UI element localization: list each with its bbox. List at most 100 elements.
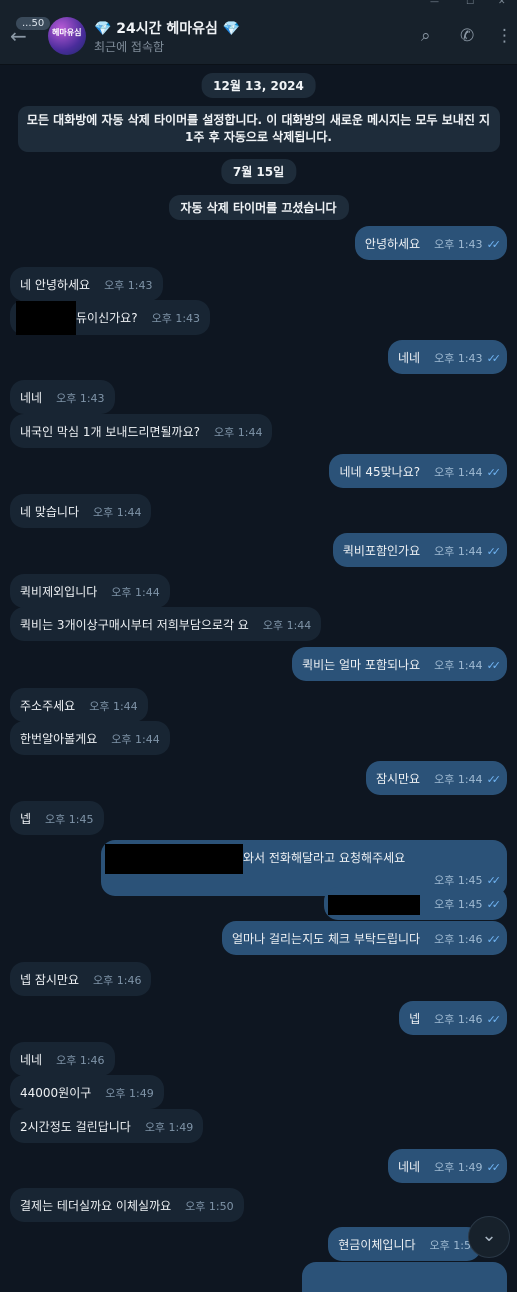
message-text: 한번알아볼게요	[20, 732, 98, 746]
message-time: 오후 1:45	[45, 813, 94, 826]
incoming-message[interactable]: 퀵비제외입니다 오후 1:44	[10, 574, 170, 608]
outgoing-message[interactable]: 현금이체입니다 오후 1:5	[328, 1227, 481, 1261]
message-time: 오후 1:43	[434, 238, 483, 251]
incoming-message[interactable]: 넵 오후 1:45	[10, 801, 104, 835]
message-text: 안녕하세요	[364, 237, 421, 251]
outgoing-message[interactable]: 네네 오후 1:49 ✓✓	[388, 1149, 507, 1183]
message-text: 결제는 테더실까요 이체실까요	[20, 1199, 172, 1213]
message-time: 오후 1:44	[93, 506, 142, 519]
close-icon[interactable]: ✕	[498, 0, 506, 7]
incoming-message[interactable]: 네네 오후 1:43	[10, 380, 115, 414]
outgoing-message[interactable]: 안녕하세요 오후 1:43 ✓✓	[354, 226, 507, 260]
message-text: 네네	[20, 391, 43, 405]
message-time: 오후 1:49	[434, 1161, 483, 1174]
outgoing-message[interactable]: 넵 오후 1:46 ✓✓	[399, 1001, 507, 1035]
message-text: 주소주세요	[20, 699, 76, 713]
incoming-message[interactable]: 듀이신가요? 오후 1:43	[10, 300, 211, 335]
service-message: 모든 대화방에 자동 삭제 타이머를 설정합니다. 이 대화방의 새로운 메시지…	[17, 106, 500, 152]
message-text: 44000원이구	[20, 1086, 92, 1100]
message-text: 현금이체입니다	[338, 1238, 416, 1252]
incoming-message[interactable]: 네 안녕하세요 오후 1:43	[10, 267, 163, 301]
chat-header: ← ...50 헤마유심 💎 24시간 헤마유심 💎 최근에 접속함 ⌕ ✆ ⋮	[0, 10, 517, 65]
redacted-block	[105, 843, 243, 874]
read-check-icon: ✓✓	[486, 545, 502, 558]
minimize-icon[interactable]: —	[430, 0, 439, 7]
message-time: 오후 1:50	[185, 1200, 234, 1213]
message-time: 오후 1:44	[434, 466, 483, 479]
search-icon[interactable]: ⌕	[421, 26, 431, 46]
message-time: 오후 1:43	[434, 352, 483, 365]
read-check-icon: ✓✓	[486, 874, 502, 887]
phone-icon[interactable]: ✆	[460, 26, 474, 46]
message-text: 네네 45맞나요?	[339, 465, 421, 479]
outgoing-message[interactable]: 퀵비는 얼마 포함되나요 오후 1:44 ✓✓	[292, 647, 507, 681]
chat-title[interactable]: 💎 24시간 헤마유심 💎	[94, 18, 240, 38]
window-titlebar: — ☐ ✕	[0, 0, 517, 10]
message-time: 오후 1:44	[89, 700, 138, 713]
outgoing-message[interactable]: 오후 1:45 ✓✓	[324, 887, 507, 920]
chat-status: 최근에 접속함	[94, 40, 165, 54]
message-time: 오후 1:44	[214, 426, 263, 439]
message-text: 얼마나 걸리는지도 체크 부탁드립니다	[232, 932, 421, 946]
read-check-icon: ✓✓	[486, 352, 502, 365]
incoming-message[interactable]: 내국인 막심 1개 보내드리면될까요? 오후 1:44	[10, 414, 273, 448]
message-time: 오후 1:43	[56, 392, 105, 405]
message-text: 넵	[20, 812, 32, 826]
read-check-icon: ✓✓	[486, 773, 502, 786]
incoming-message[interactable]: 네 맞습니다 오후 1:44	[10, 494, 152, 528]
outgoing-message[interactable]: 잠시만요 오후 1:44 ✓✓	[365, 761, 507, 795]
message-time: 오후 1:44	[111, 586, 160, 599]
incoming-message[interactable]: 넵 잠시만요 오후 1:46	[10, 962, 152, 996]
read-check-icon: ✓✓	[486, 659, 502, 672]
message-text: 듀이신가요?	[76, 311, 138, 325]
outgoing-message[interactable]: 네네 오후 1:43 ✓✓	[388, 340, 507, 374]
message-time: 오후 1:44	[111, 733, 160, 746]
incoming-message[interactable]: 2시간정도 걸린답니다 오후 1:49	[10, 1109, 204, 1143]
message-time: 오후 1:43	[104, 279, 153, 292]
read-check-icon: ✓✓	[486, 238, 502, 251]
message-text: 내국인 막심 1개 보내드리면될까요?	[20, 425, 201, 439]
message-time: 오후 1:44	[434, 545, 483, 558]
maximize-icon[interactable]: ☐	[466, 0, 474, 7]
message-text: 퀵비는 얼마 포함되나요	[302, 658, 421, 672]
incoming-message[interactable]: 44000원이구 오후 1:49	[10, 1075, 164, 1109]
avatar[interactable]: 헤마유심	[48, 17, 86, 55]
message-time: 오후 1:43	[151, 312, 201, 325]
read-check-icon: ✓✓	[486, 1161, 502, 1174]
incoming-message[interactable]: 네네 오후 1:46	[10, 1042, 115, 1076]
message-text: 퀵비는 3개이상구매시부터 저희부담으로각 요	[20, 618, 249, 632]
incoming-message[interactable]: 퀵비는 3개이상구매시부터 저희부담으로각 요 오후 1:44	[10, 607, 322, 641]
outgoing-message[interactable]: 네네 45맞나요? 오후 1:44 ✓✓	[329, 454, 507, 488]
message-text: 넵	[409, 1012, 421, 1026]
redacted-block	[328, 894, 421, 915]
outgoing-message[interactable]: 퀵비포함인가요 오후 1:44 ✓✓	[332, 533, 507, 567]
message-time: 오후 1:49	[105, 1087, 154, 1100]
message-text: 퀵비포함인가요	[342, 544, 421, 558]
outgoing-message-partial[interactable]	[302, 1262, 507, 1292]
message-text: 와서 전화해달라고 요청해주세요	[243, 851, 406, 865]
message-text: 네네	[20, 1053, 43, 1067]
read-check-icon: ✓✓	[486, 466, 502, 479]
message-time: 오후 1:44	[262, 619, 312, 632]
read-check-icon: ✓✓	[486, 898, 502, 911]
message-time: 오후 1:46	[56, 1054, 105, 1067]
message-time: 오후 1:5	[429, 1239, 471, 1252]
incoming-message[interactable]: 주소주세요 오후 1:44	[10, 688, 148, 722]
message-time: 오후 1:44	[434, 773, 483, 786]
message-text: 넵 잠시만요	[20, 973, 80, 987]
chevron-down-icon: ⌄	[481, 1225, 497, 1246]
message-text: 잠시만요	[375, 772, 421, 786]
scroll-down-button[interactable]: ⌄	[468, 1216, 510, 1258]
outgoing-message[interactable]: 얼마나 걸리는지도 체크 부탁드립니다 오후 1:46 ✓✓	[222, 921, 507, 955]
avatar-logo-text: 헤마유심	[52, 28, 82, 37]
message-time: 오후 1:44	[434, 659, 483, 672]
incoming-message[interactable]: 결제는 테더실까요 이체실까요 오후 1:50	[10, 1188, 244, 1222]
message-text: 퀵비제외입니다	[20, 585, 98, 599]
more-icon[interactable]: ⋮	[496, 26, 513, 46]
incoming-message[interactable]: 한번알아볼게요 오후 1:44	[10, 721, 170, 755]
message-text: 네 맞습니다	[20, 505, 80, 519]
message-text: 2시간정도 걸린답니다	[20, 1120, 131, 1134]
message-text: 네 안녕하세요	[20, 278, 91, 292]
unread-badge: ...50	[16, 17, 51, 30]
message-time: 오후 1:46	[434, 933, 483, 946]
